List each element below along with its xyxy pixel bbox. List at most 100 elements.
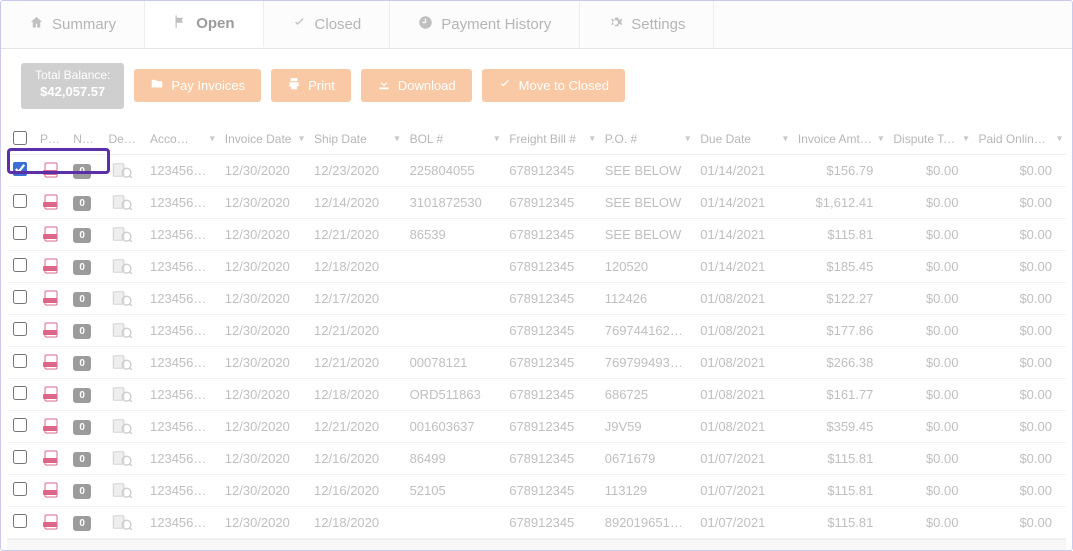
row-checkbox[interactable]	[13, 354, 27, 368]
row-checkbox[interactable]	[13, 226, 27, 240]
tab-open[interactable]: Open	[145, 1, 263, 48]
pdf-icon[interactable]	[40, 386, 61, 402]
col-invoice-date[interactable]: Invoice Date▾	[219, 125, 308, 155]
col-freight-bill[interactable]: Freight Bill #▾	[503, 125, 599, 155]
pdf-icon[interactable]	[40, 418, 61, 434]
row-checkbox[interactable]	[13, 482, 27, 496]
cell-invoice-amt: $185.45	[792, 250, 888, 282]
col-account[interactable]: Acco…▾	[144, 125, 219, 155]
cell-due-date: 01/14/2021	[694, 250, 792, 282]
download-button[interactable]: Download	[361, 69, 472, 102]
row-checkbox[interactable]	[13, 386, 27, 400]
details-icon[interactable]	[109, 226, 139, 242]
cell-po: SEE BELOW	[599, 186, 695, 218]
pay-invoices-button[interactable]: Pay Invoices	[134, 69, 261, 102]
table-row[interactable]: 0 123456789 12/30/2020 12/14/2020 310187…	[7, 186, 1066, 218]
table-row[interactable]: 0 123456789 12/30/2020 12/21/2020 001603…	[7, 410, 1066, 442]
cell-due-date: 01/08/2021	[694, 346, 792, 378]
details-icon[interactable]	[109, 290, 139, 306]
move-to-closed-button[interactable]: Move to Closed	[482, 69, 625, 102]
table-row[interactable]: 0 123456789 12/30/2020 12/16/2020 86499 …	[7, 442, 1066, 474]
pdf-icon[interactable]	[40, 162, 61, 178]
tab-summary[interactable]: Summary	[1, 1, 145, 48]
details-icon[interactable]	[109, 418, 139, 434]
col-ship-date[interactable]: Ship Date▾	[308, 125, 404, 155]
row-checkbox[interactable]	[13, 418, 27, 432]
details-icon[interactable]	[109, 482, 139, 498]
note-badge[interactable]: 0	[73, 260, 91, 275]
table-row[interactable]: 0 123456789 12/30/2020 12/16/2020 52105 …	[7, 474, 1066, 506]
col-invoice-amt[interactable]: Invoice Amt (…▾	[792, 125, 888, 155]
tab-closed[interactable]: Closed	[264, 1, 391, 48]
cell-due-date: 01/14/2021	[694, 218, 792, 250]
cell-account: 123456789	[144, 314, 219, 346]
details-icon[interactable]	[109, 386, 139, 402]
note-badge[interactable]: 0	[73, 164, 91, 179]
col-dispute-total[interactable]: Dispute Total▾	[887, 125, 972, 155]
note-badge[interactable]: 0	[73, 324, 91, 339]
row-checkbox[interactable]	[13, 450, 27, 464]
sort-arrow-icon: ▾	[963, 134, 968, 145]
tab-payment-history[interactable]: Payment History	[390, 1, 580, 48]
cell-freight-bill: 678912345	[503, 506, 599, 538]
note-badge[interactable]: 0	[73, 484, 91, 499]
table-row[interactable]: 0 123456789 12/30/2020 12/17/2020 678912…	[7, 282, 1066, 314]
note-badge[interactable]: 0	[73, 196, 91, 211]
table-row[interactable]: 0 123456789 12/30/2020 12/18/2020 678912…	[7, 250, 1066, 282]
pdf-icon[interactable]	[40, 322, 61, 338]
details-icon[interactable]	[109, 514, 139, 530]
clock-icon	[418, 15, 433, 34]
details-icon[interactable]	[109, 322, 139, 338]
row-checkbox[interactable]	[13, 514, 27, 528]
col-bol[interactable]: BOL #▾	[404, 125, 504, 155]
pdf-icon[interactable]	[40, 482, 61, 498]
table-row[interactable]: 0 123456789 12/30/2020 12/21/2020 678912…	[7, 314, 1066, 346]
pdf-icon[interactable]	[40, 290, 61, 306]
row-checkbox[interactable]	[13, 290, 27, 304]
cell-po: 7697994931-31906	[599, 346, 695, 378]
col-note[interactable]: Note	[67, 125, 102, 155]
note-badge[interactable]: 0	[73, 292, 91, 307]
col-select-all[interactable]	[7, 125, 34, 155]
col-po[interactable]: P.O. #▾	[599, 125, 695, 155]
cell-invoice-date: 12/30/2020	[219, 346, 308, 378]
note-badge[interactable]: 0	[73, 356, 91, 371]
pdf-icon[interactable]	[40, 258, 61, 274]
pdf-icon[interactable]	[40, 194, 61, 210]
pdf-icon[interactable]	[40, 226, 61, 242]
table-row[interactable]: 0 123456789 12/30/2020 12/18/2020 678912…	[7, 506, 1066, 538]
note-badge[interactable]: 0	[73, 228, 91, 243]
details-icon[interactable]	[109, 258, 139, 274]
details-icon[interactable]	[109, 162, 139, 178]
note-badge[interactable]: 0	[73, 452, 91, 467]
col-details[interactable]: Details	[103, 125, 145, 155]
table-row[interactable]: 0 123456789 12/30/2020 12/21/2020 000781…	[7, 346, 1066, 378]
pdf-icon[interactable]	[40, 450, 61, 466]
row-checkbox[interactable]	[13, 322, 27, 336]
pdf-icon[interactable]	[40, 514, 61, 530]
details-icon[interactable]	[109, 450, 139, 466]
details-icon[interactable]	[109, 194, 139, 210]
note-badge[interactable]: 0	[73, 516, 91, 531]
tab-settings[interactable]: Settings	[580, 1, 714, 48]
select-all-checkbox[interactable]	[13, 131, 27, 145]
details-icon[interactable]	[109, 354, 139, 370]
cell-due-date: 01/08/2021	[694, 378, 792, 410]
print-button[interactable]: Print	[271, 69, 351, 102]
row-checkbox[interactable]	[13, 162, 27, 176]
row-checkbox[interactable]	[13, 258, 27, 272]
pdf-icon[interactable]	[40, 354, 61, 370]
cell-ship-date: 12/21/2020	[308, 346, 404, 378]
cell-paid-online: $0.00	[972, 186, 1066, 218]
btn-label: Pay Invoices	[171, 78, 245, 93]
sort-arrow-icon: ▾	[783, 134, 788, 145]
table-row[interactable]: 0 123456789 12/30/2020 12/21/2020 86539 …	[7, 218, 1066, 250]
col-due-date[interactable]: Due Date▾	[694, 125, 792, 155]
note-badge[interactable]: 0	[73, 420, 91, 435]
col-pdf[interactable]: PDF	[34, 125, 67, 155]
table-row[interactable]: 0 123456789 12/30/2020 12/23/2020 225804…	[7, 154, 1066, 186]
note-badge[interactable]: 0	[73, 388, 91, 403]
table-row[interactable]: 0 123456789 12/30/2020 12/18/2020 ORD511…	[7, 378, 1066, 410]
col-paid-online[interactable]: Paid Online (…▾	[972, 125, 1066, 155]
row-checkbox[interactable]	[13, 194, 27, 208]
